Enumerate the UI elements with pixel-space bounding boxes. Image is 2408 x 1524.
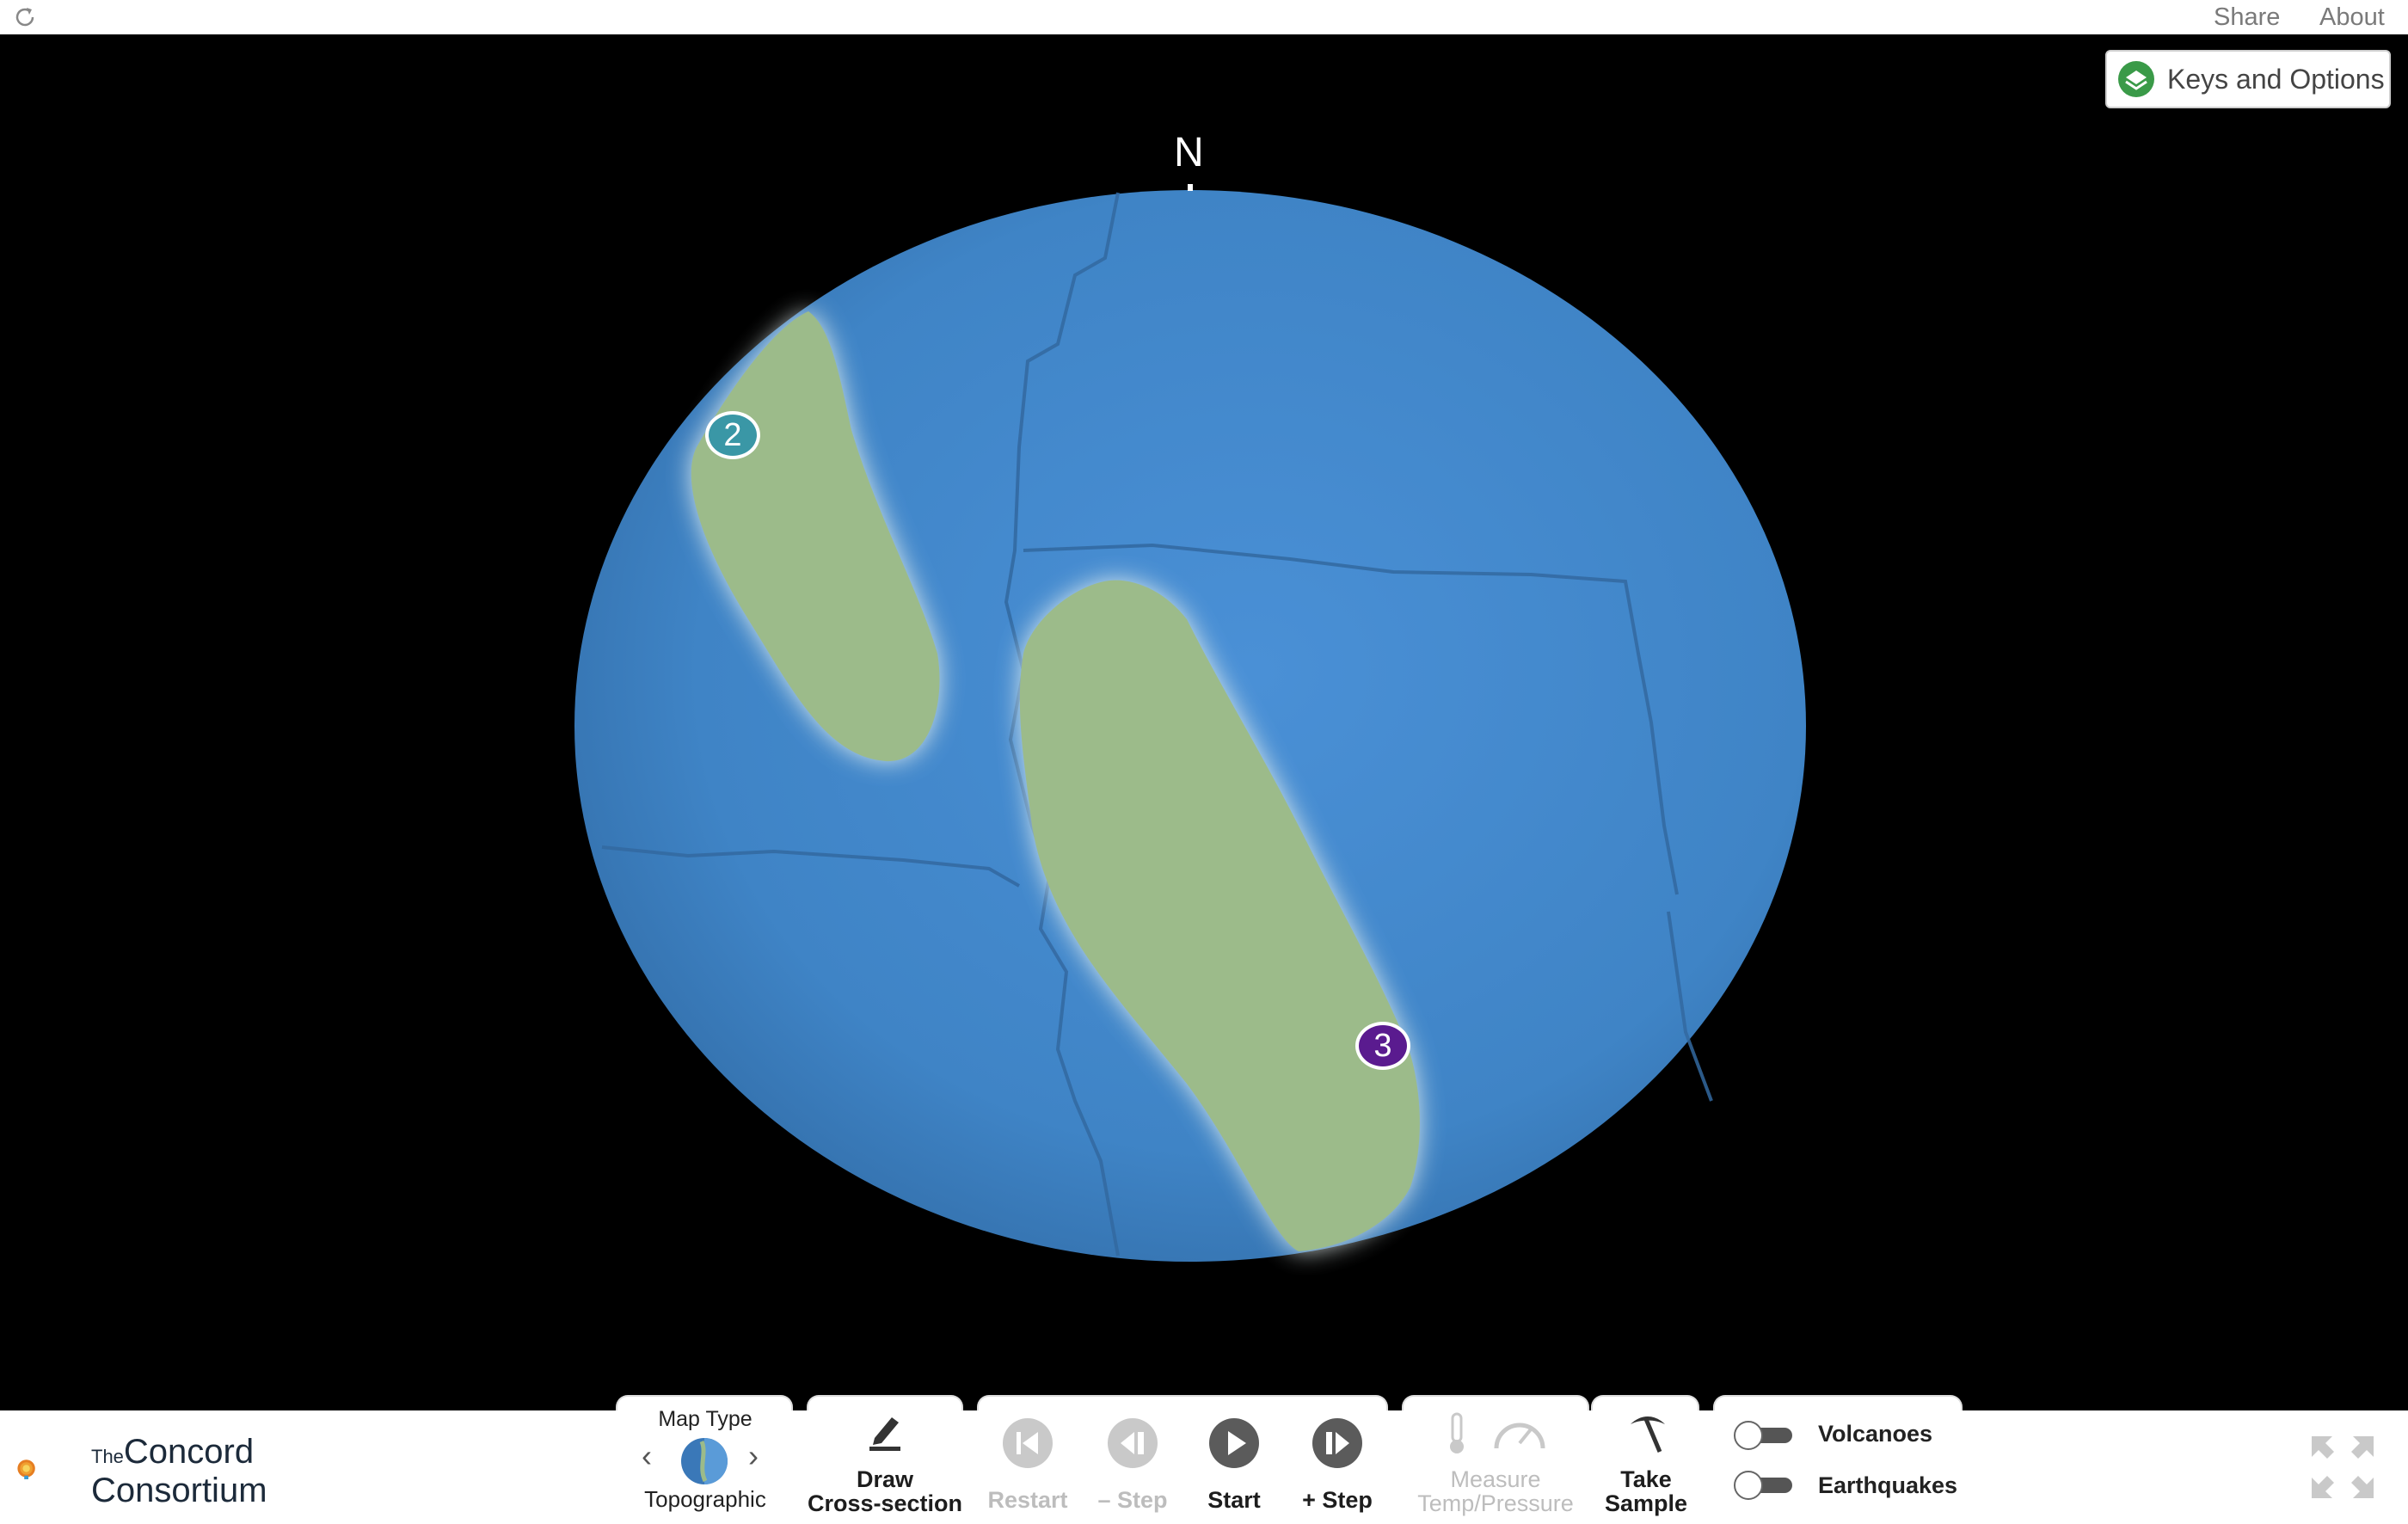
draw-cross-section-button[interactable]: Draw Cross-section bbox=[807, 1412, 963, 1515]
globe-map-type-icon[interactable] bbox=[679, 1436, 729, 1486]
map-type-value: Topographic bbox=[644, 1486, 766, 1512]
sample-label-1: Take bbox=[1620, 1466, 1672, 1492]
marker-2[interactable]: 2 bbox=[705, 411, 760, 459]
pressure-gauge-icon bbox=[1494, 1423, 1545, 1449]
share-link[interactable]: Share bbox=[2214, 3, 2280, 32]
chevron-right-icon[interactable]: › bbox=[748, 1438, 759, 1474]
measure-label-1: Measure bbox=[1450, 1466, 1541, 1492]
marker-3[interactable]: 3 bbox=[1355, 1022, 1410, 1070]
draw-label-2: Cross-section bbox=[807, 1490, 963, 1516]
measure-temp-pressure-button[interactable]: Measure Temp/Pressure bbox=[1402, 1412, 1589, 1515]
pickaxe-icon bbox=[1631, 1416, 1665, 1453]
restart-label: Restart bbox=[987, 1487, 1068, 1513]
step-back-button[interactable]: – Step bbox=[1085, 1417, 1180, 1512]
step-forward-button[interactable]: + Step bbox=[1290, 1417, 1385, 1512]
draw-label-1: Draw bbox=[856, 1466, 914, 1492]
thermometer-icon bbox=[1450, 1412, 1464, 1453]
keys-and-options-label: Keys and Options bbox=[2167, 63, 2385, 95]
logo-concord: Concord bbox=[123, 1433, 255, 1471]
concord-logo-icon[interactable] bbox=[15, 1428, 93, 1510]
step-forward-label: + Step bbox=[1302, 1487, 1373, 1513]
restart-icon bbox=[1003, 1418, 1053, 1468]
play-icon bbox=[1209, 1418, 1259, 1468]
step-back-label: – Step bbox=[1097, 1487, 1168, 1513]
pencil-icon bbox=[869, 1417, 900, 1451]
measure-label-2: Temp/Pressure bbox=[1417, 1490, 1574, 1516]
layers-icon bbox=[2118, 61, 2154, 97]
start-button[interactable]: Start bbox=[1187, 1417, 1281, 1512]
volcanoes-toggle[interactable] bbox=[1734, 1421, 1794, 1450]
earthquakes-label: Earthquakes bbox=[1818, 1472, 1958, 1498]
logo-consortium: Consortium bbox=[91, 1472, 267, 1509]
sample-label-2: Sample bbox=[1604, 1490, 1688, 1516]
logo-the: The bbox=[91, 1446, 124, 1467]
start-label: Start bbox=[1207, 1487, 1261, 1513]
restart-button[interactable]: Restart bbox=[980, 1417, 1075, 1512]
earthquakes-toggle[interactable] bbox=[1734, 1471, 1794, 1500]
step-back-icon bbox=[1108, 1418, 1158, 1468]
north-label: N bbox=[1174, 130, 1204, 175]
fullscreen-icon[interactable] bbox=[2310, 1435, 2375, 1500]
top-bar: Share About bbox=[0, 0, 2408, 35]
map-type-title: Map Type bbox=[658, 1407, 752, 1431]
chevron-left-icon[interactable]: ‹ bbox=[642, 1438, 652, 1474]
take-sample-button[interactable]: Take Sample bbox=[1593, 1412, 1699, 1515]
north-tick bbox=[1188, 184, 1193, 191]
logo-text: TheConcord Consortium bbox=[91, 1433, 267, 1509]
step-forward-icon bbox=[1312, 1418, 1362, 1468]
globe[interactable] bbox=[0, 34, 2408, 1376]
reload-icon[interactable] bbox=[12, 4, 38, 30]
about-link[interactable]: About bbox=[2319, 3, 2385, 32]
volcanoes-label: Volcanoes bbox=[1818, 1421, 1933, 1447]
keys-and-options-button[interactable]: Keys and Options bbox=[2105, 50, 2391, 108]
